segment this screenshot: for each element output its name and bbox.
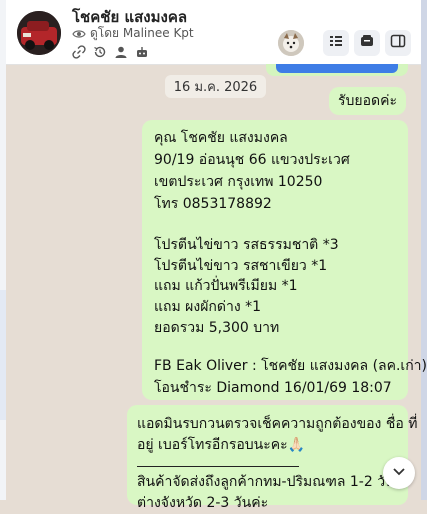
robot-icon[interactable]	[135, 44, 149, 58]
message-line: 90/19 อ่อนนุช 66 แขวงประเวศ	[154, 152, 350, 168]
list-button[interactable]	[323, 30, 349, 56]
contact-actions	[72, 44, 149, 59]
left-panel-edge	[0, 0, 6, 500]
message-line: สินค้าจัดส่งถึงลูกค้ากทม-ปริมณฑล 1-2 วัน	[137, 474, 395, 490]
history-icon[interactable]	[93, 44, 107, 58]
message-line: โปรตีนไข่ขาว รสชาเขียว *1	[154, 258, 328, 274]
viewed-by-row: ดูโดย Malinee Kpt	[72, 24, 194, 43]
message-line: โทร 0853178892	[154, 196, 272, 212]
right-scroll-edge	[421, 0, 427, 500]
agent-avatar[interactable]	[278, 30, 304, 56]
message-line: แถม ผงผักด่าง *1	[154, 299, 262, 315]
chat-header: โชคชัย แสงมงคล ดูโดย Malinee Kpt	[6, 0, 421, 65]
message-line: โปรตีนไข่ขาว รสธรรมชาติ *3	[154, 237, 339, 253]
contact-avatar[interactable]	[17, 11, 61, 55]
message-line: ต่างจังหวัด 2-3 วันค่ะ	[137, 495, 269, 511]
message-line: FB Eak Oliver : โชคชัย แสงมงคล (ลค.เก่า)	[154, 358, 427, 374]
message-line: ยอดรวม 5,300 บาท	[154, 320, 280, 336]
scroll-to-bottom-button[interactable]	[383, 457, 415, 489]
message-admin-note[interactable]: แอดมินรบกวนตรวจเช็คความถูกต้องของ ชื่อ ท…	[127, 405, 417, 511]
person-icon[interactable]	[114, 44, 128, 58]
message-line: เขตประเวศ กรุงเทพ 10250	[154, 174, 323, 190]
eye-icon	[72, 27, 86, 41]
list-icon	[328, 33, 344, 53]
left-panel-highlight	[0, 290, 6, 420]
scrollbar-track[interactable]	[421, 0, 427, 500]
inbox-icon	[359, 33, 375, 53]
previous-message-tail	[266, 64, 408, 76]
link-icon[interactable]	[72, 44, 86, 59]
message-line: คุณ โชคชัย แสงมงคล	[154, 130, 288, 146]
previous-message-button[interactable]	[276, 64, 398, 73]
message-reply[interactable]: รับยอดค่ะ	[329, 87, 406, 115]
divider	[137, 466, 299, 467]
message-line: โอนชำระ Diamond 16/01/69 18:07	[154, 380, 392, 396]
panel-toggle-button[interactable]	[385, 30, 411, 56]
message-line: อยู่ เบอร์โทรอีกรอบนะคะ🙏🏻	[137, 437, 306, 453]
header-buttons	[278, 30, 411, 56]
viewed-by-text: ดูโดย Malinee Kpt	[90, 26, 194, 40]
message-line: แถม แก้วปั่นพรีเมียม *1	[154, 278, 298, 294]
message-line: แอดมินรบกวนตรวจเช็คความถูกต้องของ ชื่อ ท…	[137, 416, 418, 432]
panel-icon	[390, 33, 406, 53]
message-order-summary[interactable]: คุณ โชคชัย แสงมงคล 90/19 อ่อนนุช 66 แขวง…	[142, 120, 427, 400]
date-separator: 16 ม.ค. 2026	[165, 75, 266, 98]
inbox-button[interactable]	[354, 30, 380, 56]
chevron-down-icon	[391, 463, 407, 483]
